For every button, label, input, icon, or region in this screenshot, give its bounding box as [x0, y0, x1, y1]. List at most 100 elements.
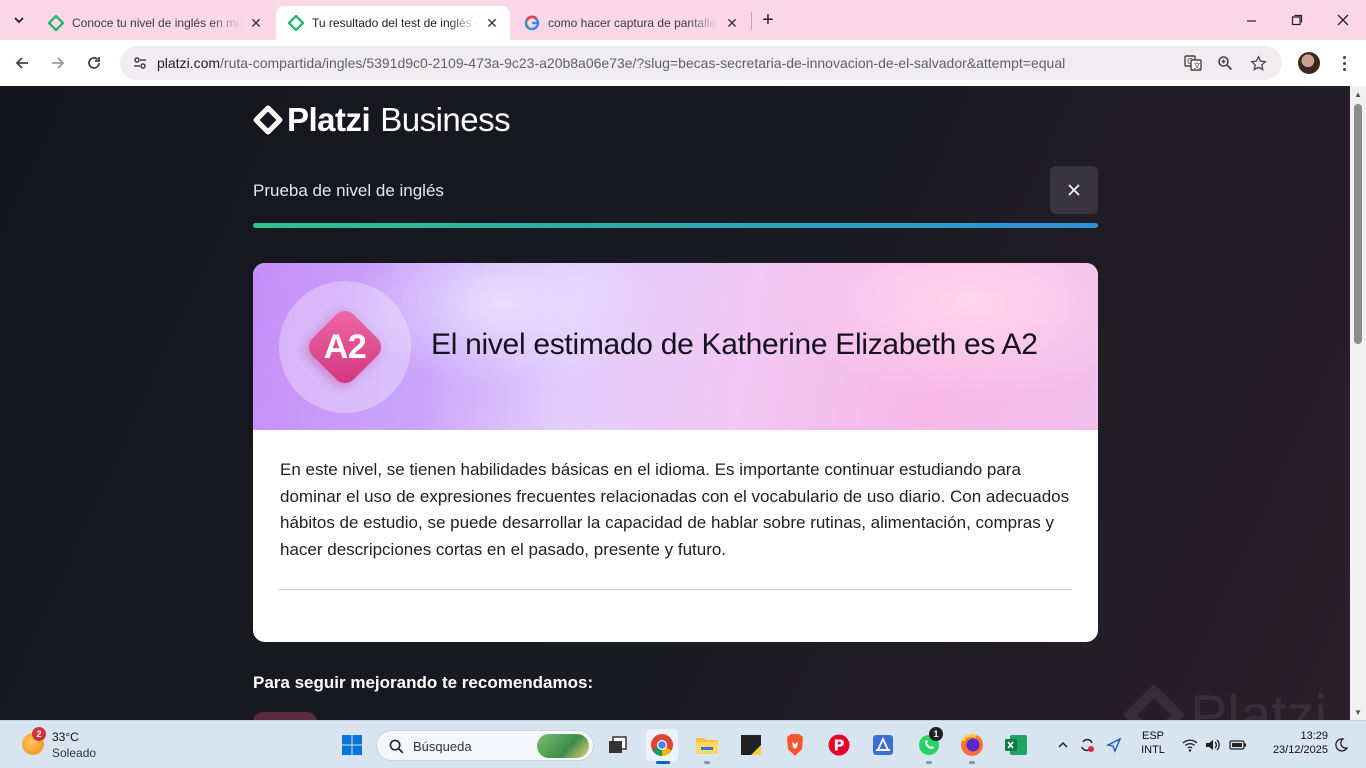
tab-search-button[interactable] — [6, 8, 32, 32]
url-host: platzi.com — [157, 55, 221, 71]
running-indicator — [704, 761, 710, 764]
start-button[interactable] — [336, 729, 368, 761]
address-bar[interactable]: platzi.com/ruta-compartida/ingles/5391d9… — [120, 46, 1282, 80]
platzi-favicon-icon — [48, 15, 64, 31]
wifi-icon[interactable] — [1180, 735, 1200, 755]
google-favicon-icon — [524, 15, 540, 31]
platzi-watermark: Platzi — [1124, 682, 1327, 720]
svg-text:文: 文 — [1194, 61, 1201, 70]
volume-icon[interactable] — [1203, 735, 1223, 755]
browser-menu-icon[interactable] — [1334, 51, 1354, 75]
task-view-icon — [609, 736, 627, 753]
taskbar-sticky-notes[interactable] — [735, 729, 767, 761]
arrow-right-icon — [52, 57, 65, 69]
taskbar-firefox[interactable] — [956, 729, 988, 764]
windows-icon — [342, 735, 362, 755]
platzi-business-logo[interactable]: Platzi Business — [253, 100, 511, 140]
zoom-icon[interactable] — [1213, 51, 1237, 75]
tab-2[interactable]: Tu resultado del test de inglés en Platz… — [276, 6, 510, 40]
active-indicator — [656, 761, 670, 764]
translate-icon[interactable]: G文 — [1181, 51, 1205, 75]
send-icon[interactable] — [1104, 735, 1124, 755]
recommend-heading: Para seguir mejorando te recomendamos: — [253, 673, 594, 692]
chevron-up-icon — [1058, 741, 1068, 748]
chrome-icon — [651, 734, 673, 756]
close-tab-icon[interactable]: ✕ — [724, 15, 740, 31]
reload-button[interactable] — [80, 49, 108, 77]
close-test-button[interactable] — [1050, 166, 1098, 214]
weather-temp[interactable]: 33°C — [52, 730, 79, 744]
firefox-icon — [961, 734, 983, 756]
watermark-text: Platzi — [1190, 683, 1327, 720]
profile-avatar[interactable] — [1298, 52, 1320, 74]
scroll-up-icon[interactable]: ▲ — [1353, 89, 1363, 99]
taskbar-scanner-app[interactable] — [867, 729, 899, 761]
weather-badge: 2 — [32, 727, 46, 741]
tab-1[interactable]: Conoce tu nivel de inglés en minutos ✕ — [36, 6, 274, 40]
page-scrollbar[interactable]: ▲ ▼ — [1350, 86, 1366, 720]
result-card: A2 El nivel estimado de Katherine Elizab… — [253, 263, 1098, 642]
logo-sub: Business — [380, 101, 511, 138]
folder-icon — [696, 738, 718, 754]
taskbar-search[interactable]: Búsqueda — [376, 730, 594, 761]
scroll-down-icon[interactable]: ▼ — [1353, 707, 1363, 717]
brave-icon — [787, 734, 803, 756]
close-tab-icon[interactable]: ✕ — [248, 15, 264, 31]
clock[interactable]: 13:29 23/12/2025 — [1256, 730, 1328, 756]
logo-text: Platzi Business — [287, 101, 511, 139]
sticky-notes-icon — [741, 735, 761, 755]
tab-separator — [751, 12, 752, 30]
focus-moon-icon[interactable] — [1331, 735, 1351, 755]
show-hidden-icons[interactable] — [1053, 735, 1073, 755]
clock-date: 23/12/2025 — [1272, 744, 1328, 756]
back-button[interactable] — [8, 49, 36, 77]
minimize-button[interactable] — [1228, 0, 1274, 40]
taskbar-explorer[interactable] — [691, 729, 723, 764]
scroll-thumb[interactable] — [1354, 104, 1362, 344]
result-title: El nivel estimado de Katherine Elizabeth… — [431, 328, 1038, 361]
sync-status-icon[interactable] — [1077, 735, 1097, 755]
level-badge-label: A2 — [323, 327, 367, 366]
reload-icon — [88, 57, 100, 69]
platzi-logo-icon — [253, 105, 283, 135]
taskbar-chrome[interactable] — [646, 729, 678, 764]
arrow-left-icon — [15, 57, 28, 69]
taskbar-pinterest[interactable]: P — [823, 729, 855, 761]
taskbar-whatsapp[interactable]: 1 — [913, 727, 945, 764]
forward-button[interactable] — [44, 49, 72, 77]
language-indicator[interactable]: ESP INTL — [1136, 730, 1170, 756]
bookmark-star-icon[interactable] — [1246, 51, 1270, 75]
whatsapp-badge: 1 — [929, 727, 943, 741]
tab-3[interactable]: como hacer captura de pantalla ✕ — [512, 6, 750, 40]
recommendation-card-top[interactable] — [253, 712, 317, 720]
taskbar-excel[interactable] — [1000, 729, 1032, 761]
language-code: ESP — [1141, 730, 1164, 742]
svg-text:P: P — [834, 737, 845, 755]
pinterest-icon: P — [828, 734, 850, 756]
restore-button[interactable] — [1274, 0, 1320, 40]
search-placeholder: Búsqueda — [413, 739, 472, 754]
task-view-button[interactable] — [602, 729, 634, 761]
search-icon — [389, 739, 404, 754]
close-window-button[interactable] — [1320, 0, 1366, 40]
browser-toolbar: platzi.com/ruta-compartida/ingles/5391d9… — [0, 40, 1366, 86]
close-tab-icon[interactable]: ✕ — [484, 15, 500, 31]
running-indicator — [926, 761, 932, 764]
battery-icon[interactable] — [1228, 735, 1248, 755]
chevron-down-icon — [14, 17, 24, 24]
search-highlight-image — [537, 734, 589, 758]
test-title: Prueba de nivel de inglés — [253, 181, 444, 200]
scanner-app-icon — [873, 735, 893, 755]
result-header: A2 El nivel estimado de Katherine Elizab… — [253, 263, 1098, 430]
taskbar-brave[interactable] — [779, 729, 811, 761]
platzi-favicon-icon — [288, 15, 304, 31]
progress-fill — [253, 223, 1098, 228]
logo-brand: Platzi — [287, 101, 371, 138]
weather-desc[interactable]: Soleado — [52, 746, 96, 760]
new-tab-button[interactable]: + — [756, 8, 780, 32]
site-info-icon[interactable] — [128, 51, 152, 75]
platzi-watermark-icon — [1124, 684, 1184, 720]
url-path: /ruta-compartida/ingles/5391d9c0-2109-47… — [220, 55, 1066, 71]
divider — [279, 589, 1072, 590]
tab-title: como hacer captura de pantalla — [548, 16, 717, 30]
